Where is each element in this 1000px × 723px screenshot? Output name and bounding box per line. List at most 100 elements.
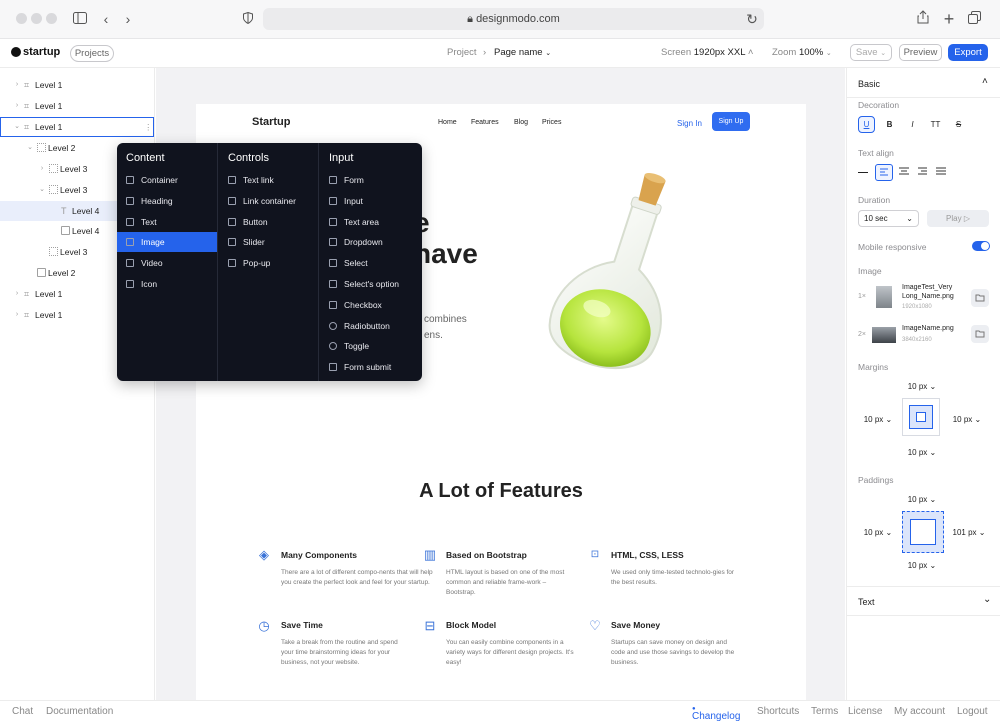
menu-item-link-container[interactable]: Link container: [218, 191, 318, 211]
footer-my-account-link[interactable]: My account: [894, 706, 945, 717]
url-bar[interactable]: 🔒︎ designmodo.com: [263, 8, 764, 30]
padding-right-select[interactable]: 101 px ⌄: [947, 524, 991, 541]
site-signin-link[interactable]: Sign In: [677, 119, 702, 128]
text-section-header[interactable]: Text ⌄: [847, 586, 1000, 616]
strikethrough-button[interactable]: S: [950, 116, 967, 133]
screen-selector[interactable]: Screen 1920px XXL ˄: [661, 47, 753, 58]
site-nav-home[interactable]: Home: [438, 119, 457, 126]
menu-item-input[interactable]: Input: [319, 191, 422, 211]
chevron-right-icon[interactable]: ›: [38, 159, 46, 179]
projects-button[interactable]: Projects: [70, 45, 114, 62]
tree-item[interactable]: › ⌗ Level 1: [0, 96, 155, 116]
menu-item-select-s-option[interactable]: Select's option: [319, 274, 422, 294]
window-close-dot[interactable]: [16, 13, 27, 24]
menu-item-heading[interactable]: Heading: [117, 191, 217, 211]
menu-item-form[interactable]: Form: [319, 170, 422, 190]
site-nav-prices[interactable]: Prices: [542, 119, 561, 126]
duration-select[interactable]: 10 sec ⌄: [858, 210, 919, 227]
share-icon[interactable]: [914, 10, 932, 28]
align-justify-button[interactable]: [933, 164, 951, 181]
play-button[interactable]: Play ▷: [927, 210, 989, 227]
reload-icon[interactable]: ↻: [743, 10, 761, 28]
image-index: 2×: [858, 331, 866, 338]
margin-bottom-value: 10 px: [907, 448, 928, 457]
align-none-icon[interactable]: [858, 172, 868, 173]
footer-changelog-link[interactable]: Changelog ●: [692, 706, 740, 722]
basic-section-header[interactable]: Basic ˄: [847, 68, 1000, 98]
margin-right-select[interactable]: 10 px ⌄: [947, 411, 987, 428]
tabs-overview-icon[interactable]: [965, 10, 983, 28]
menu-item-text-link[interactable]: Text link: [218, 170, 318, 190]
site-brand[interactable]: Startup: [252, 116, 291, 128]
footer-terms-link[interactable]: Terms: [811, 706, 838, 717]
align-left-button[interactable]: [875, 164, 893, 181]
menu-item-form-submit[interactable]: Form submit: [319, 357, 422, 377]
footer-logout-link[interactable]: Logout: [957, 706, 988, 717]
page-name-dropdown[interactable]: Page name ⌄: [494, 47, 551, 58]
forward-icon[interactable]: ›: [119, 10, 137, 28]
zoom-selector[interactable]: Zoom 100% ⌄: [772, 47, 832, 58]
export-button[interactable]: Export: [948, 44, 988, 61]
bold-button[interactable]: B: [881, 116, 898, 133]
more-options-icon[interactable]: ⋮: [144, 117, 153, 137]
menu-item-radiobutton[interactable]: Radiobutton: [319, 316, 422, 336]
align-center-button[interactable]: [896, 164, 914, 181]
menu-item-select[interactable]: Select: [319, 253, 422, 273]
folder-icon[interactable]: [971, 289, 989, 307]
site-signup-button[interactable]: Sign Up: [712, 112, 750, 131]
align-right-button[interactable]: [915, 164, 933, 181]
padding-top-select[interactable]: 10 px ⌄: [902, 491, 942, 508]
shield-icon[interactable]: [239, 10, 257, 28]
footer-license-link[interactable]: License: [848, 706, 882, 717]
chevron-right-icon[interactable]: ›: [13, 96, 21, 116]
preview-button[interactable]: Preview: [899, 44, 942, 61]
chevron-down-icon: ⌄: [885, 528, 893, 537]
menu-item-image[interactable]: Image: [117, 232, 217, 253]
chevron-down-icon[interactable]: ⌄: [13, 117, 21, 137]
menu-item-video[interactable]: Video: [117, 253, 217, 273]
breadcrumb-project[interactable]: Project: [447, 47, 477, 58]
footer-chat-link[interactable]: Chat: [12, 706, 33, 717]
site-nav-blog[interactable]: Blog: [514, 119, 528, 126]
uppercase-button[interactable]: TT: [927, 116, 944, 133]
menu-item-toggle[interactable]: Toggle: [319, 336, 422, 356]
italic-button[interactable]: I: [904, 116, 921, 133]
menu-item-pop-up[interactable]: Pop-up: [218, 253, 318, 273]
margin-top-select[interactable]: 10 px ⌄: [902, 378, 942, 395]
footer-shortcuts-link[interactable]: Shortcuts: [757, 706, 799, 717]
menu-item-button[interactable]: Button: [218, 212, 318, 232]
menu-item-checkbox[interactable]: Checkbox: [319, 295, 422, 315]
menu-item-dropdown[interactable]: Dropdown: [319, 232, 422, 252]
tree-item[interactable]: › ⌗ Level 1: [0, 75, 155, 95]
window-minimize-dot[interactable]: [31, 13, 42, 24]
chevron-right-icon[interactable]: ›: [13, 75, 21, 95]
menu-item-slider[interactable]: Slider: [218, 232, 318, 252]
margin-left-select[interactable]: 10 px ⌄: [858, 411, 898, 428]
tree-item[interactable]: ⌄ ⌗ Level 1 ⋮: [0, 117, 154, 137]
image-list-item[interactable]: 2× ImageName.png 3840x2160: [858, 324, 998, 348]
padding-left-select[interactable]: 10 px ⌄: [858, 524, 898, 541]
new-tab-icon[interactable]: +: [940, 10, 958, 28]
window-zoom-dot[interactable]: [46, 13, 57, 24]
menu-item-text[interactable]: Text: [117, 212, 217, 232]
chevron-down-icon: ⌄: [825, 50, 832, 57]
menu-item-container[interactable]: Container: [117, 170, 217, 190]
image-list-item[interactable]: 1× ImageTest_Very Long_Name.png 1920x108…: [858, 284, 998, 312]
margin-bottom-select[interactable]: 10 px ⌄: [902, 444, 942, 461]
underline-button[interactable]: U: [858, 116, 875, 133]
save-button[interactable]: Save ⌄: [850, 44, 892, 61]
menu-item-icon[interactable]: Icon: [117, 274, 217, 294]
footer-documentation-link[interactable]: Documentation: [46, 706, 113, 717]
back-icon[interactable]: ‹: [97, 10, 115, 28]
chevron-down-icon[interactable]: ⌄: [38, 180, 46, 200]
mobile-responsive-toggle[interactable]: [972, 241, 990, 251]
menu-item-text-area[interactable]: Text area: [319, 212, 422, 232]
padding-bottom-select[interactable]: 10 px ⌄: [902, 557, 942, 574]
chevron-right-icon[interactable]: ›: [13, 305, 21, 325]
site-nav-features[interactable]: Features: [471, 119, 499, 126]
chevron-down-icon[interactable]: ⌄: [26, 138, 34, 158]
folder-icon[interactable]: [971, 325, 989, 343]
sidebar-toggle-icon[interactable]: [71, 10, 89, 28]
chevron-right-icon[interactable]: ›: [13, 284, 21, 304]
app-logo[interactable]: startup: [23, 46, 60, 58]
